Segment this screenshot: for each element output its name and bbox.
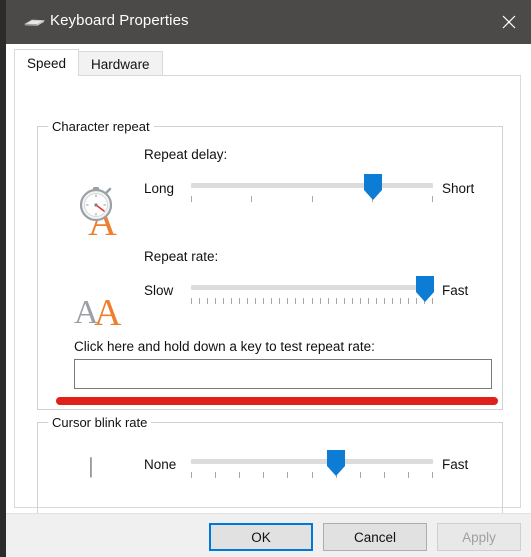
repeat-rate-slider-thumb[interactable] bbox=[416, 276, 435, 302]
close-icon[interactable] bbox=[486, 0, 531, 44]
repeat-delay-slider-track[interactable] bbox=[191, 183, 433, 188]
test-repeat-rate-label: Click here and hold down a key to test r… bbox=[74, 339, 375, 354]
tab-speed-label: Speed bbox=[27, 55, 67, 71]
repeat-rate-label: Repeat rate: bbox=[144, 249, 219, 264]
group-cursor-blink-rate-title: Cursor blink rate bbox=[48, 415, 152, 430]
repeat-delay-label: Repeat delay: bbox=[144, 147, 228, 162]
dialog-footer: OK Cancel Apply bbox=[6, 513, 531, 557]
window-title: Keyboard Properties bbox=[50, 12, 189, 29]
tab-hardware[interactable]: Hardware bbox=[78, 51, 163, 76]
cursor-blink-rate-slider-thumb[interactable] bbox=[327, 450, 346, 476]
repeat-rate-min-label: Slow bbox=[144, 283, 174, 298]
repeat-delay-slider-ticks bbox=[191, 196, 433, 203]
keyboard-icon bbox=[22, 14, 46, 30]
stopwatch-letter-a-icon: A bbox=[76, 185, 132, 244]
title-bar: Keyboard Properties bbox=[6, 0, 531, 44]
svg-text:A: A bbox=[94, 292, 122, 331]
cancel-button[interactable]: Cancel bbox=[323, 523, 427, 551]
repeat-rate-slider-track[interactable] bbox=[191, 285, 433, 290]
repeat-rate-slider[interactable] bbox=[191, 276, 435, 306]
repeat-rate-max-label: Fast bbox=[442, 283, 469, 298]
cursor-blink-max-label: Fast bbox=[442, 457, 469, 472]
text-caret-icon: | bbox=[88, 453, 94, 478]
cursor-blink-min-label: None bbox=[144, 457, 177, 472]
repeat-rate-slider-ticks bbox=[191, 298, 433, 305]
cursor-blink-rate-slider-ticks bbox=[191, 472, 433, 479]
repeat-delay-max-label: Short bbox=[442, 181, 475, 196]
tab-strip: Speed Hardware bbox=[14, 49, 163, 76]
cursor-blink-rate-slider-track[interactable] bbox=[191, 459, 433, 464]
apply-button: Apply bbox=[437, 523, 521, 551]
tab-hardware-label: Hardware bbox=[91, 56, 150, 72]
tab-speed[interactable]: Speed bbox=[14, 49, 80, 76]
ok-button[interactable]: OK bbox=[209, 523, 313, 551]
repeat-delay-slider[interactable] bbox=[191, 174, 433, 204]
red-highlight-annotation bbox=[56, 397, 498, 405]
repeat-delay-slider-thumb[interactable] bbox=[363, 174, 382, 200]
test-repeat-rate-input[interactable] bbox=[74, 359, 492, 389]
keyboard-properties-dialog: Keyboard Properties Speed Hardware Chara… bbox=[0, 0, 531, 557]
group-character-repeat: Character repeat A bbox=[37, 119, 503, 410]
tab-page-speed: Character repeat A bbox=[14, 75, 521, 518]
double-a-icon: A A bbox=[74, 289, 134, 334]
repeat-delay-min-label: Long bbox=[144, 181, 175, 196]
dialog-body: Speed Hardware Character repeat A bbox=[6, 44, 531, 557]
cursor-blink-rate-slider[interactable] bbox=[191, 450, 433, 480]
group-character-repeat-title: Character repeat bbox=[48, 119, 154, 134]
group-cursor-blink-rate: Cursor blink rate | None Fast bbox=[37, 415, 503, 518]
